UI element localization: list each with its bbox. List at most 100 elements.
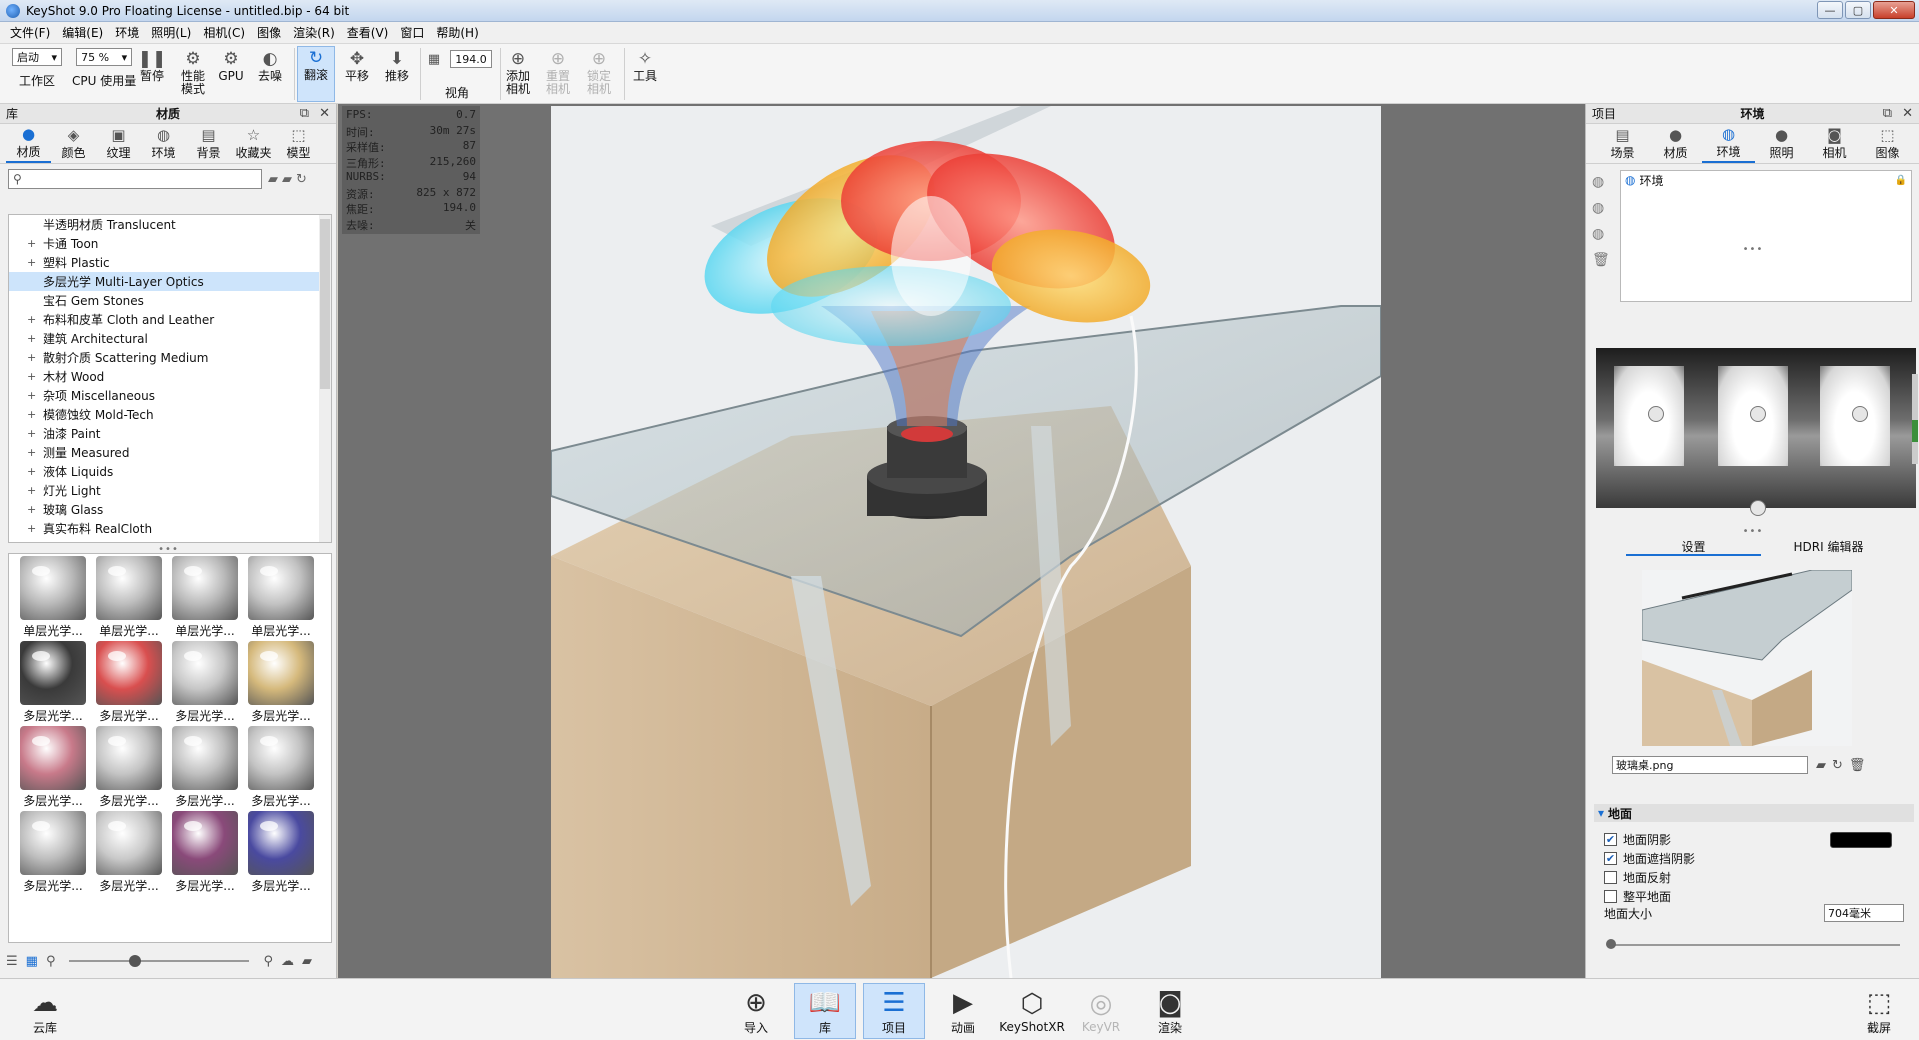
- close-icon[interactable]: ✕: [1902, 106, 1913, 121]
- add-environment-icon[interactable]: ◍: [1592, 174, 1610, 190]
- expand-icon[interactable]: +: [27, 427, 36, 440]
- hdri-file-input[interactable]: 玻璃桌.png: [1612, 756, 1808, 774]
- cpu-usage-select[interactable]: 75 % ▾: [76, 48, 133, 66]
- tree-item[interactable]: + 杂项 Miscellaneous: [9, 386, 331, 405]
- material-thumbnail[interactable]: 多层光学...: [91, 641, 167, 726]
- tree-item[interactable]: + 散射介质 Scattering Medium: [9, 348, 331, 367]
- ground-reflection-row[interactable]: 地面反射: [1604, 868, 1671, 886]
- denoise-button[interactable]: ◐ 去噪: [251, 48, 289, 83]
- hdri-preview[interactable]: [1596, 348, 1916, 508]
- tree-item[interactable]: 多层光学 Multi-Layer Optics: [9, 272, 331, 291]
- expand-icon[interactable]: +: [27, 313, 36, 326]
- folder-icon[interactable]: ▰: [302, 954, 312, 969]
- menu-view[interactable]: 查看(V): [341, 24, 395, 41]
- flatten-ground-checkbox[interactable]: [1604, 889, 1617, 903]
- tree-item[interactable]: + 玻璃 Glass: [9, 500, 331, 519]
- tree-item[interactable]: + 真实布料 RealCloth: [9, 519, 331, 538]
- menu-window[interactable]: 窗口: [394, 24, 430, 41]
- lock-camera-button[interactable]: ⊕ 锁定 相机: [580, 48, 618, 96]
- cloud-library-button[interactable]: ☁ 云库: [14, 983, 76, 1039]
- workspace-select[interactable]: 启动 ▾: [12, 48, 62, 66]
- render-button[interactable]: ◙ 渲染: [1139, 983, 1201, 1039]
- pan-button[interactable]: ✥ 平移: [338, 48, 376, 83]
- material-thumbnail[interactable]: 多层光学...: [167, 726, 243, 811]
- menu-image[interactable]: 图像: [251, 24, 287, 41]
- folder-open-icon[interactable]: ▰: [268, 172, 278, 187]
- material-thumbnail[interactable]: 多层光学...: [243, 726, 319, 811]
- folder-add-icon[interactable]: ▰: [282, 172, 292, 187]
- tree-item[interactable]: + 油漆 Paint: [9, 424, 331, 443]
- dolly-button[interactable]: ⬇ 推移: [378, 48, 416, 83]
- menu-environment[interactable]: 环境: [109, 24, 145, 41]
- zoom-out-icon[interactable]: ⚲: [46, 954, 56, 969]
- tab-scene[interactable]: ▤ 场景: [1596, 124, 1649, 163]
- ground-section-header[interactable]: ▾ 地面: [1594, 804, 1914, 822]
- expand-icon[interactable]: +: [27, 256, 36, 269]
- list-view-icon[interactable]: ☰: [6, 954, 18, 969]
- cloud-upload-icon[interactable]: ☁: [281, 954, 294, 969]
- tab-backplates[interactable]: ▤ 背景: [186, 124, 231, 163]
- ground-occlusion-row[interactable]: ✔ 地面遮挡阴影: [1604, 849, 1695, 867]
- undock-icon[interactable]: ⧉: [1883, 106, 1892, 121]
- environment-item[interactable]: ◍ 环境: [1621, 171, 1911, 189]
- expand-icon[interactable]: +: [27, 408, 36, 421]
- material-thumbnail[interactable]: 多层光学...: [243, 641, 319, 726]
- undock-icon[interactable]: ⧉: [300, 106, 309, 121]
- expand-icon[interactable]: +: [27, 503, 36, 516]
- expand-icon[interactable]: +: [27, 237, 36, 250]
- ground-reflection-checkbox[interactable]: [1604, 870, 1617, 884]
- tree-item[interactable]: + 液体 Liquids: [9, 462, 331, 481]
- expand-icon[interactable]: +: [27, 465, 36, 478]
- tab-hdri-editor[interactable]: HDRI 编辑器: [1761, 538, 1896, 556]
- tab-image[interactable]: ⬚ 图像: [1861, 124, 1914, 163]
- library-search-input[interactable]: ⚲: [8, 169, 262, 189]
- keyvr-button[interactable]: ◎ KeyVR: [1070, 983, 1132, 1039]
- material-thumbnail[interactable]: 多层光学...: [15, 641, 91, 726]
- material-thumbnail[interactable]: 单层光学...: [243, 556, 319, 641]
- add-camera-button[interactable]: ⊕ 添加 相机: [499, 48, 537, 96]
- environment-settings-icon[interactable]: ◍: [1592, 226, 1610, 242]
- tree-item[interactable]: + 测量 Measured: [9, 443, 331, 462]
- tab-environments[interactable]: ◍ 环境: [141, 124, 186, 163]
- tab-colors[interactable]: ◈ 颜色: [51, 124, 96, 163]
- tab-environment[interactable]: ◍ 环境: [1702, 124, 1755, 163]
- hdri-pin-handle[interactable]: [1750, 406, 1766, 422]
- tab-favorites[interactable]: ☆ 收藏夹: [231, 124, 276, 163]
- expand-icon[interactable]: +: [27, 332, 36, 345]
- tree-item[interactable]: + 塑料 Plastic: [9, 253, 331, 272]
- menu-camera[interactable]: 相机(C): [197, 24, 251, 41]
- import-button[interactable]: ⊕ 导入: [725, 983, 787, 1039]
- tree-item[interactable]: + 建筑 Architectural: [9, 329, 331, 348]
- thumbnail-size-slider[interactable]: [69, 955, 250, 967]
- keyshotxr-button[interactable]: ⬡ KeyShotXR: [999, 983, 1065, 1039]
- menu-edit[interactable]: 编辑(E): [56, 24, 109, 41]
- tree-scrollbar[interactable]: [319, 215, 331, 542]
- tree-item[interactable]: + 布料和皮革 Cloth and Leather: [9, 310, 331, 329]
- material-thumbnail[interactable]: 多层光学...: [15, 811, 91, 896]
- project-button[interactable]: ☰ 项目: [863, 983, 925, 1039]
- expand-icon[interactable]: +: [27, 370, 36, 383]
- minimize-button[interactable]: —: [1817, 1, 1843, 19]
- hdri-preview-scroll-thumb[interactable]: [1912, 420, 1918, 442]
- close-button[interactable]: ✕: [1873, 1, 1915, 19]
- ground-size-input[interactable]: 704毫米: [1824, 904, 1904, 922]
- folder-open-icon[interactable]: ▰: [1816, 758, 1826, 773]
- tab-material[interactable]: ● 材质: [1649, 124, 1702, 163]
- splitter-handle[interactable]: •••: [1586, 526, 1919, 537]
- expand-icon[interactable]: +: [27, 446, 36, 459]
- hdri-preview-scrollbar[interactable]: [1912, 374, 1918, 464]
- performance-mode-button[interactable]: ⚙ 性能 模式: [174, 48, 212, 96]
- material-thumbnail[interactable]: 多层光学...: [167, 811, 243, 896]
- tree-item[interactable]: 宝石 Gem Stones: [9, 291, 331, 310]
- expand-icon[interactable]: +: [27, 389, 36, 402]
- hdri-pin-handle[interactable]: [1852, 406, 1868, 422]
- render-image[interactable]: [551, 106, 1381, 978]
- material-thumbnail[interactable]: 多层光学...: [243, 811, 319, 896]
- delete-icon[interactable]: 🗑: [1849, 758, 1866, 773]
- tree-item[interactable]: 半透明材质 Translucent: [9, 215, 331, 234]
- hdri-pin-handle[interactable]: [1648, 406, 1664, 422]
- tab-settings[interactable]: 设置: [1626, 538, 1761, 556]
- ground-size-slider[interactable]: [1606, 939, 1900, 949]
- zoom-in-icon[interactable]: ⚲: [263, 954, 273, 969]
- expand-icon[interactable]: +: [27, 484, 36, 497]
